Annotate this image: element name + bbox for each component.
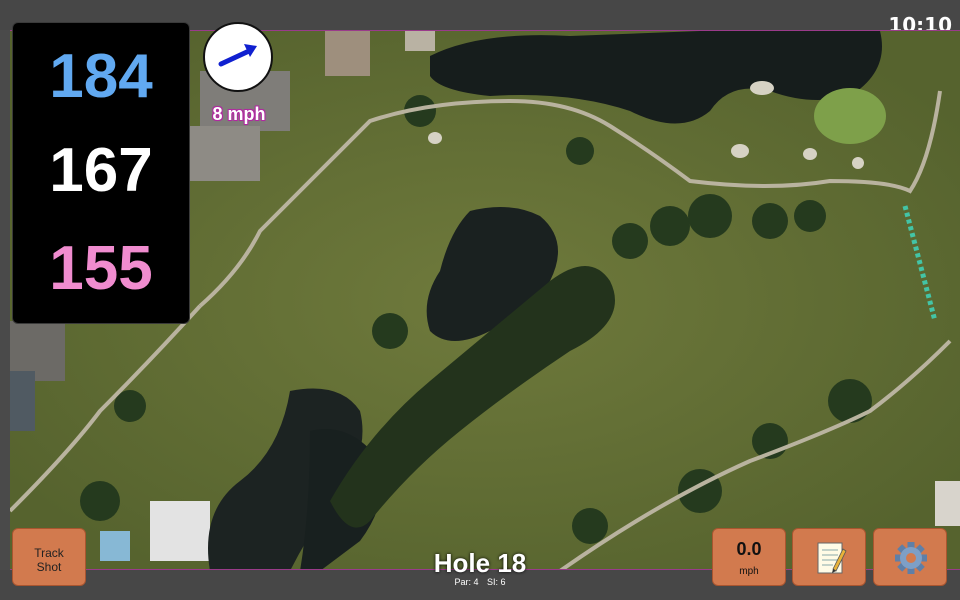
- hole-info: Par: 4 SI: 6: [380, 577, 580, 587]
- hole-title: Hole 18: [433, 548, 527, 578]
- track-shot-label-line1: Track: [34, 546, 64, 560]
- wind-speed: 8 mph: [212, 104, 266, 124]
- track-shot-button[interactable]: Track Shot: [12, 528, 86, 586]
- settings-button[interactable]: [873, 528, 947, 586]
- hole-si: SI: 6: [487, 577, 506, 587]
- speed-button[interactable]: 0.0 mph: [712, 528, 786, 586]
- speed-unit: mph: [739, 566, 759, 577]
- middle-distance: 167: [49, 136, 153, 205]
- notepad-icon: [817, 542, 847, 574]
- track-shot-label-line2: Shot: [36, 560, 62, 574]
- front-distance: 155: [49, 234, 153, 303]
- hole-par: Par: 4: [454, 577, 479, 587]
- speed-value: 0.0: [736, 539, 762, 559]
- notes-button[interactable]: [792, 528, 866, 586]
- distance-panel: 184 167 155: [12, 22, 190, 324]
- arrow-icon: [218, 44, 257, 67]
- back-distance: 184: [49, 42, 153, 111]
- gear-icon: [895, 542, 927, 574]
- wind-indicator: [203, 22, 273, 92]
